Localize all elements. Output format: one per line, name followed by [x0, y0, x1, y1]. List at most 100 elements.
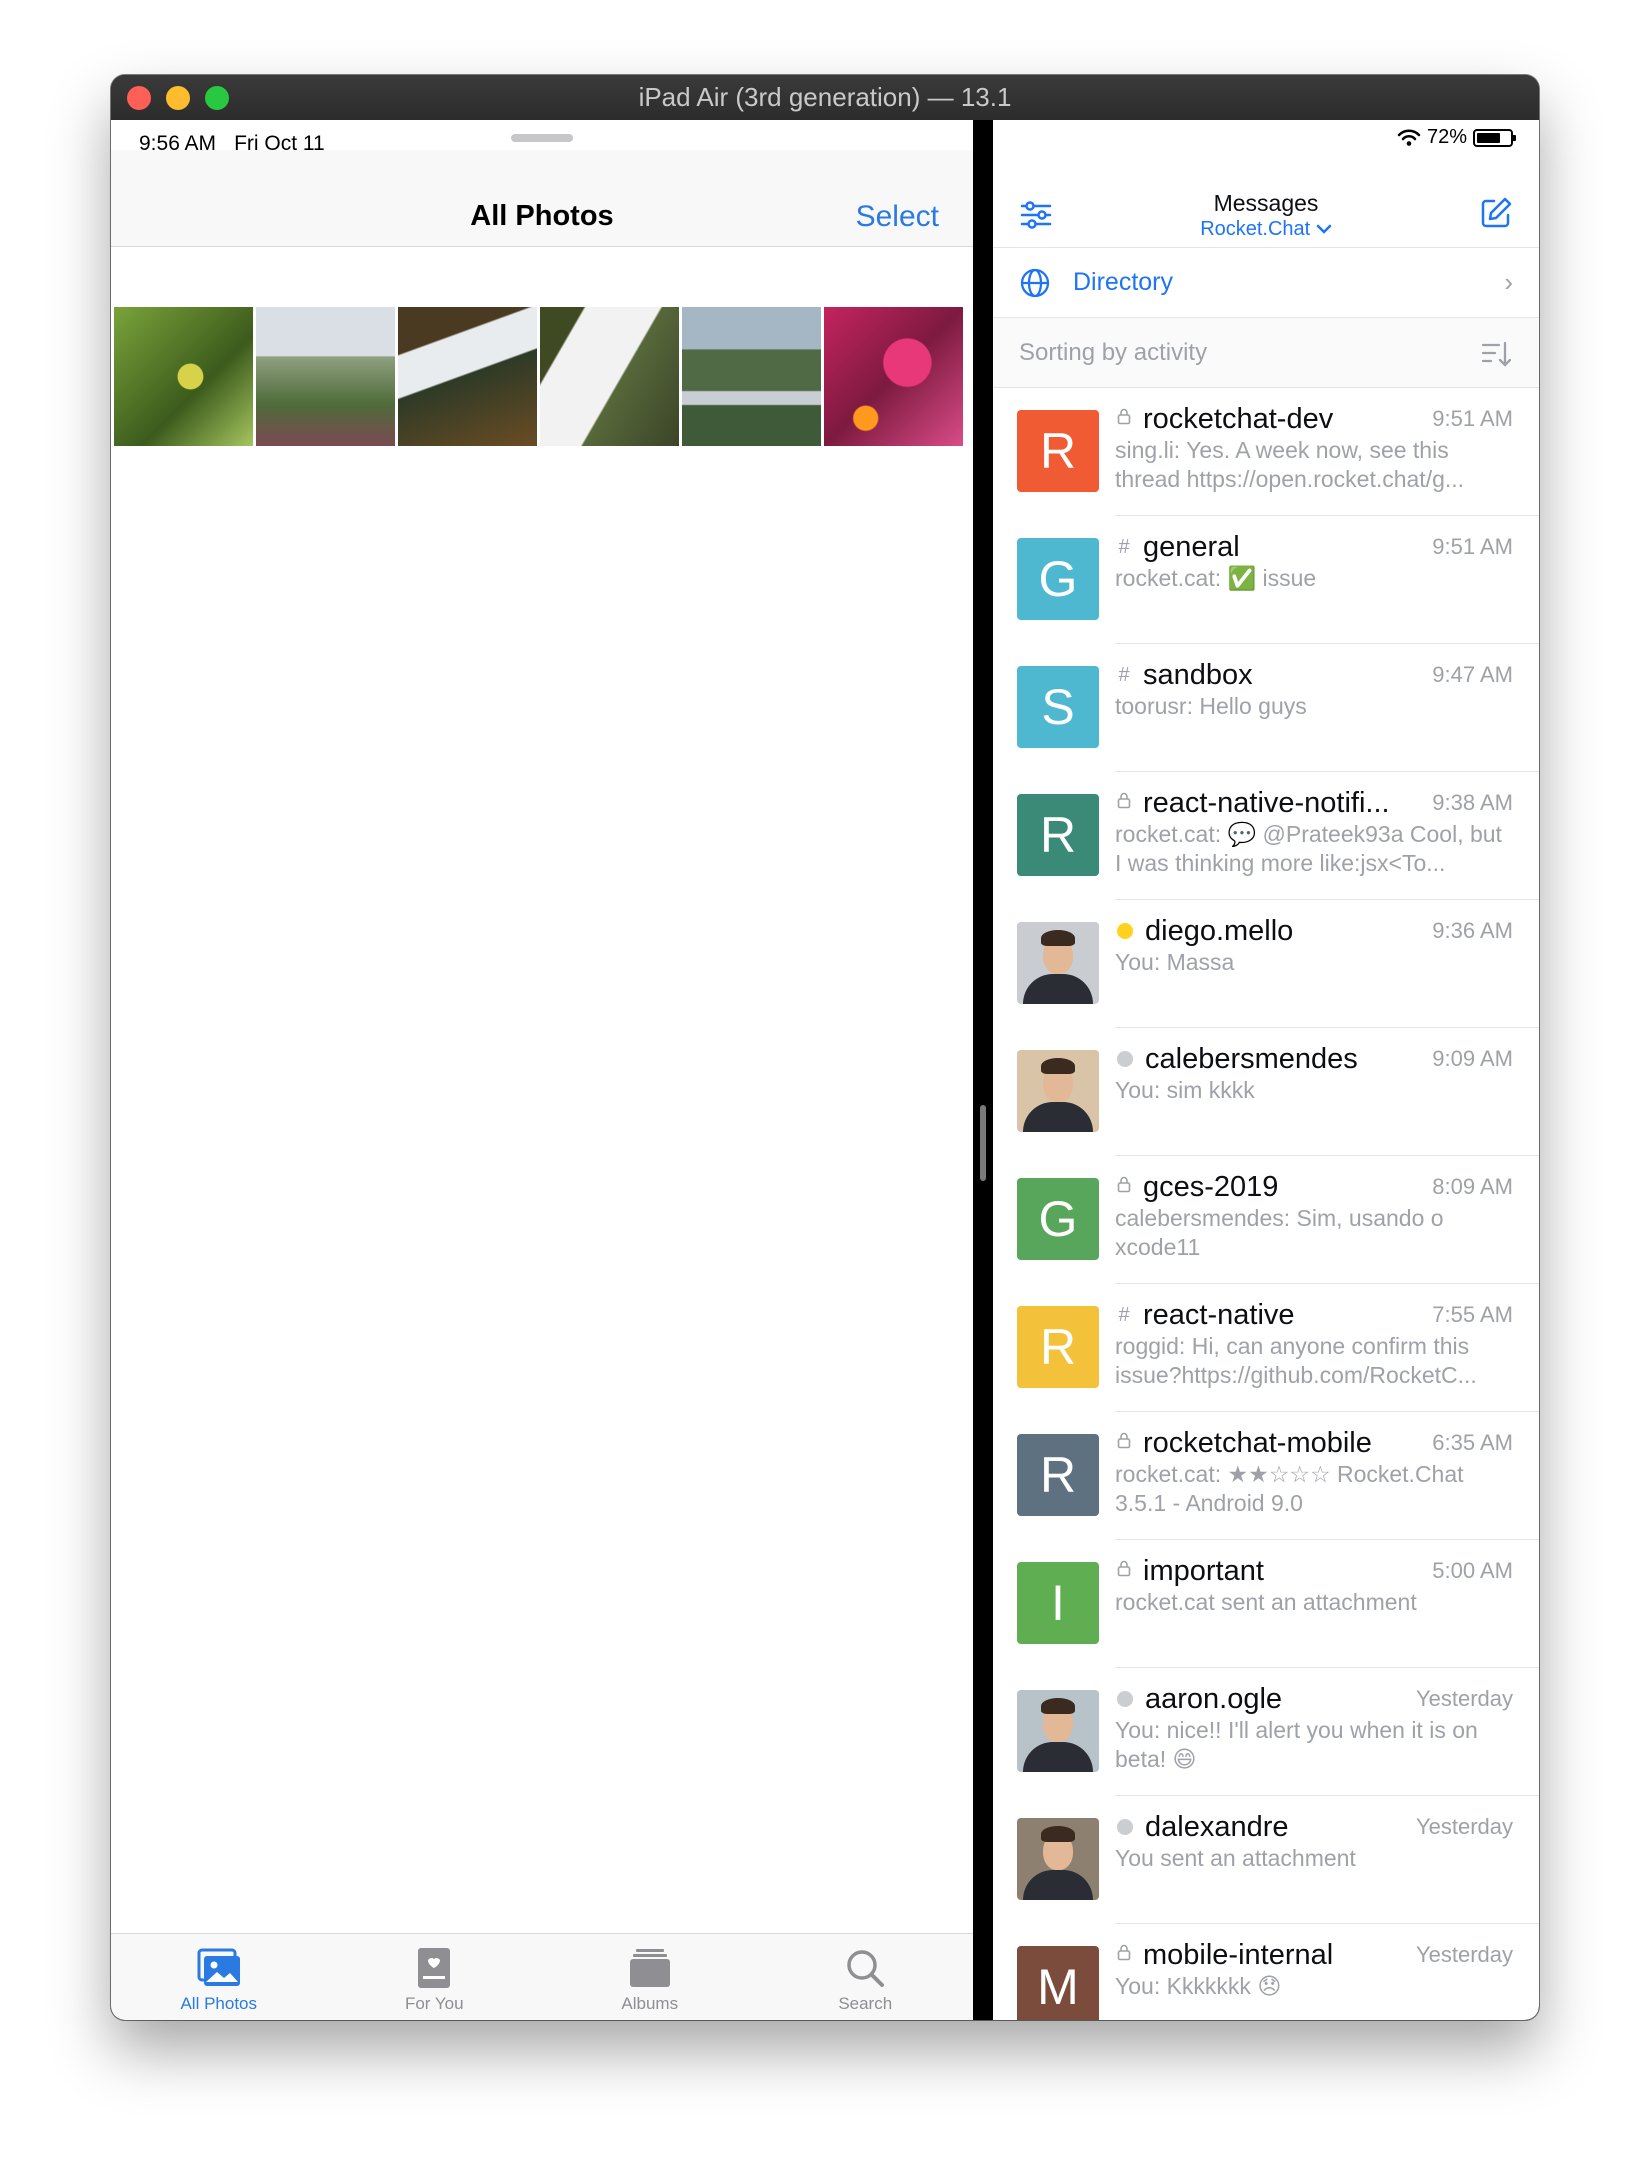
tab-all-photos[interactable]: All Photos [111, 1934, 327, 2020]
title-bar: iPad Air (3rd generation) — 13.1 [111, 75, 1539, 120]
room-header: calebersmendes 9:09 AM [1115, 1042, 1513, 1076]
room-header: mobile-internal Yesterday [1115, 1938, 1513, 1972]
room-name: rocketchat-mobile [1143, 1426, 1372, 1459]
room-item[interactable]: Ggces-2019 8:09 AM calebersmendes: Sim, us… [993, 1156, 1539, 1284]
photos-tab-bar: All Photos For You Albums Search [111, 1933, 973, 2020]
room-item[interactable]: R # react-native 7:55 AM roggid: Hi, can any… [993, 1284, 1539, 1412]
photo-thumbnail[interactable] [540, 307, 679, 446]
lock-icon [1115, 1559, 1133, 1583]
split-view-divider[interactable] [973, 120, 993, 2020]
room-item[interactable]: S # sandbox 9:47 AM toorusr: Hello guys [993, 644, 1539, 772]
photos-nav-bar: All Photos Select [111, 150, 973, 247]
directory-row[interactable]: Directory › [993, 248, 1539, 318]
tab-albums[interactable]: Albums [542, 1934, 758, 2020]
avatar [1017, 922, 1099, 1004]
presence-status-icon [1117, 1051, 1133, 1067]
close-window-button[interactable] [127, 86, 151, 110]
room-time: 5:00 AM [1432, 1558, 1513, 1583]
window-title: iPad Air (3rd generation) — 13.1 [638, 82, 1012, 112]
avatar [1017, 1050, 1099, 1132]
room-time: 9:51 AM [1432, 406, 1513, 431]
room-item[interactable]: dalexandre Yesterday You sent an attachmen… [993, 1796, 1539, 1924]
room-time: 9:36 AM [1432, 918, 1513, 943]
room-last-message: rocket.cat: ★★☆☆☆ Rocket.Chat 3.5.1 - An… [1115, 1461, 1464, 1516]
multitasking-grabber[interactable] [511, 134, 573, 142]
photo-thumbnail[interactable] [256, 307, 395, 446]
room-name: important [1143, 1554, 1264, 1587]
avatar-photo-part [1041, 1058, 1075, 1074]
battery-icon [1473, 128, 1516, 147]
room-header: important 5:00 AM [1115, 1554, 1513, 1588]
room-time: Yesterday [1415, 1814, 1513, 1839]
room-item[interactable]: aaron.ogle Yesterday You: nice!! I'll aler… [993, 1668, 1539, 1796]
avatar: R [1017, 410, 1099, 492]
tab-label: All Photos [180, 1994, 258, 2013]
room-header: rocketchat-mobile 6:35 AM [1115, 1426, 1513, 1460]
room-header: diego.mello 9:36 AM [1115, 914, 1513, 948]
room-header: gces-2019 8:09 AM [1115, 1170, 1513, 1204]
avatar-photo-part [1023, 1870, 1093, 1900]
avatar: G [1017, 538, 1099, 620]
room-header: rocketchat-dev 9:51 AM [1115, 402, 1513, 436]
room-item[interactable]: Rrocketchat-mobile 6:35 AM rocket.cat: ★★☆… [993, 1412, 1539, 1540]
page-title: All Photos [470, 200, 614, 232]
simulator-window: iPad Air (3rd generation) — 13.1 9:56 AM… [111, 75, 1539, 2020]
avatar-photo-part [1023, 974, 1093, 1004]
chevron-down-icon [1316, 224, 1332, 234]
room-item[interactable]: Mmobile-internal Yesterday You: Kkkkkkk 😞 [993, 1924, 1539, 2020]
hashtag-icon: # [1118, 1303, 1130, 1326]
room-name: sandbox [1143, 658, 1253, 691]
photo-thumbnail[interactable] [398, 307, 537, 446]
room-item[interactable]: Iimportant 5:00 AM rocket.cat sent an atta… [993, 1540, 1539, 1668]
photo-thumbnail[interactable] [824, 307, 963, 446]
photo-thumbnail[interactable] [114, 307, 253, 446]
compose-icon[interactable] [1479, 196, 1513, 230]
room-header: react-native-notifi... 9:38 AM [1115, 786, 1513, 820]
room-time: Yesterday [1415, 1686, 1513, 1711]
room-content: # sandbox 9:47 AM toorusr: Hello guys [1115, 658, 1513, 721]
room-last-message: rocket.cat: ✅ issue [1115, 565, 1317, 591]
avatar: R [1017, 794, 1099, 876]
room-header: # react-native 7:55 AM [1115, 1298, 1513, 1332]
presence-status-icon [1117, 1819, 1133, 1835]
room-last-message: You: Massa [1115, 949, 1235, 975]
room-last-message: You sent an attachment [1115, 1845, 1356, 1871]
room-header: dalexandre Yesterday [1115, 1810, 1513, 1844]
minimize-window-button[interactable] [166, 86, 190, 110]
photo-thumbnail[interactable] [682, 307, 821, 446]
room-item[interactable]: Rrocketchat-dev 9:51 AM sing.li: Yes. A we… [993, 388, 1539, 516]
select-button[interactable]: Select [856, 200, 939, 234]
albums-icon [629, 1949, 670, 1987]
photo-grid [114, 307, 963, 446]
room-item[interactable]: calebersmendes 9:09 AM You: sim kkkk [993, 1028, 1539, 1156]
room-name: react-native-notifi... [1143, 786, 1390, 819]
tab-search[interactable]: Search [758, 1934, 974, 2020]
room-content: gces-2019 8:09 AM calebersmendes: Sim, usa… [1115, 1170, 1513, 1262]
lock-icon [1115, 1943, 1133, 1967]
room-time: 7:55 AM [1432, 1302, 1513, 1327]
avatar: R [1017, 1306, 1099, 1388]
room-item[interactable]: Rreact-native-notifi... 9:38 AM rocket.cat… [993, 772, 1539, 900]
room-time: 8:09 AM [1432, 1174, 1513, 1199]
avatar [1017, 1818, 1099, 1900]
room-item[interactable]: diego.mello 9:36 AM You: Massa [993, 900, 1539, 1028]
zoom-window-button[interactable] [205, 86, 229, 110]
room-content: important 5:00 AM rocket.cat sent an attac… [1115, 1554, 1513, 1617]
room-item[interactable]: G # general 9:51 AM rocket.cat: ✅ issue [993, 516, 1539, 644]
avatar-photo-part [1041, 1826, 1075, 1842]
room-name: diego.mello [1145, 914, 1294, 947]
room-name: aaron.ogle [1145, 1682, 1283, 1715]
sort-row[interactable]: Sorting by activity [993, 318, 1539, 388]
room-time: 9:09 AM [1432, 1046, 1513, 1071]
photos-app: 9:56 AM Fri Oct 11 All Photos Select All… [111, 120, 973, 2020]
tab-for-you[interactable]: For You [327, 1934, 543, 2020]
room-content: # general 9:51 AM rocket.cat: ✅ issue [1115, 530, 1513, 593]
room-last-message: rocket.cat sent an attachment [1115, 1589, 1417, 1615]
server-selector[interactable]: Rocket.Chat [993, 218, 1539, 241]
tab-label: For You [404, 1994, 464, 2013]
avatar: M [1017, 1946, 1099, 2020]
tab-label: Search [838, 1994, 893, 2013]
split-view-handle[interactable] [980, 1105, 986, 1181]
room-name: calebersmendes [1145, 1042, 1358, 1075]
room-content: rocketchat-mobile 6:35 AM rocket.cat: ★★☆☆… [1115, 1426, 1513, 1518]
